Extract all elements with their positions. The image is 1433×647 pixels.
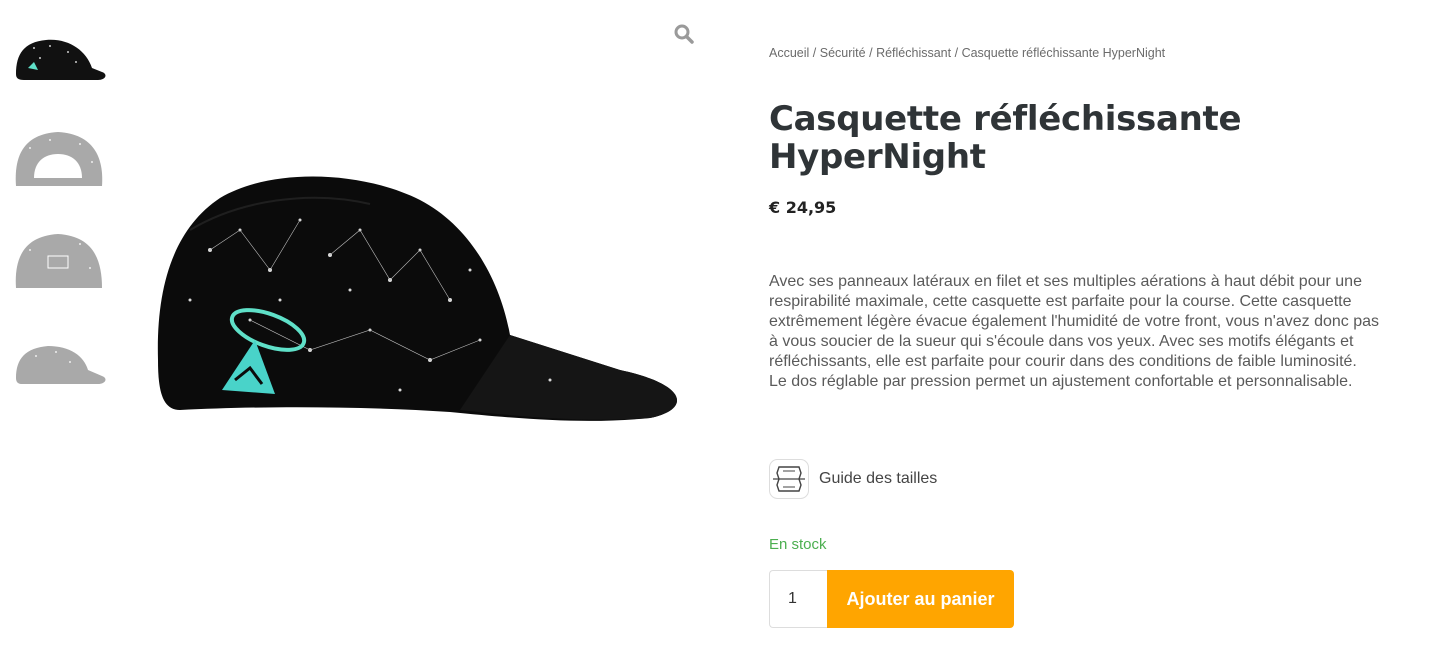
breadcrumb-separator: / (812, 46, 817, 60)
stock-status: En stock (769, 536, 827, 553)
thumbnail-cap-side-grey[interactable] (10, 328, 110, 392)
product-price: € 24,95 (769, 198, 837, 217)
breadcrumb-current: Casquette réfléchissante HyperNight (961, 46, 1166, 60)
thumbnail-cap-front[interactable] (10, 228, 110, 292)
breadcrumb-separator: / (869, 46, 873, 60)
size-guide-label: Guide des tailles (819, 470, 938, 487)
product-description: Avec ses panneaux latéraux en filet et s… (769, 273, 1380, 390)
product-main-image[interactable] (150, 160, 690, 430)
search-icon[interactable] (672, 22, 696, 46)
breadcrumb-home[interactable]: Accueil (769, 46, 809, 60)
breadcrumb: Accueil / Sécurité / Réfléchissant / Cas… (769, 46, 1165, 60)
add-to-cart-form: Ajouter au panier (769, 570, 1014, 628)
add-to-cart-button[interactable]: Ajouter au panier (827, 570, 1014, 628)
size-guide-link[interactable]: Guide des tailles (769, 459, 937, 499)
thumbnail-cap-side[interactable] (10, 28, 110, 92)
quantity-input[interactable] (769, 570, 827, 628)
breadcrumb-separator: / (954, 46, 959, 60)
breadcrumb-reflechissant[interactable]: Réfléchissant (876, 46, 951, 60)
product-title: Casquette réfléchissante HyperNight (769, 99, 1242, 177)
thumbnail-cap-back[interactable] (10, 128, 110, 192)
size-chart-icon (769, 459, 809, 499)
breadcrumb-securite[interactable]: Sécurité (820, 46, 866, 60)
